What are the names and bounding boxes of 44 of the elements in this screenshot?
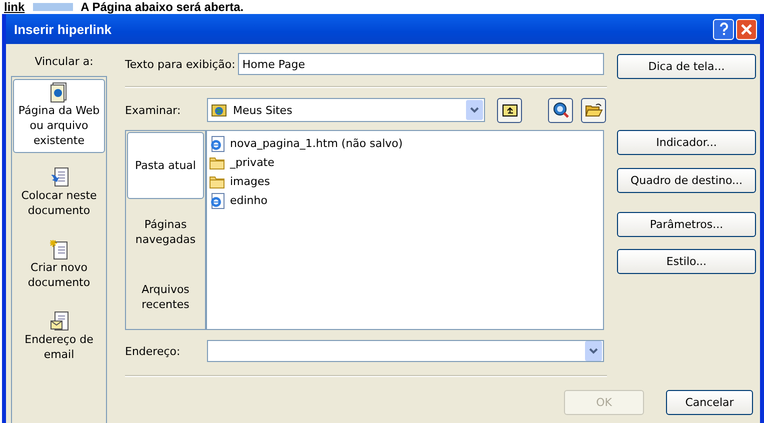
places-item[interactable]: Pasta atual <box>127 132 204 199</box>
web-page-icon <box>49 82 69 103</box>
help-button[interactable] <box>713 18 734 40</box>
look-in-label: Examinar: <box>125 104 182 116</box>
document-arrow-icon <box>49 167 69 188</box>
file-list[interactable]: nova_pagina_1.htm (não salvo) _private images edinho <box>206 130 604 330</box>
link-to-label: Vincular a: <box>34 54 94 70</box>
cancel-button[interactable]: Cancelar <box>666 390 753 415</box>
envelope-document-icon <box>49 311 69 332</box>
style-button[interactable]: Estilo... <box>617 249 756 274</box>
display-text-label: Texto para exibição: <box>125 58 236 70</box>
globe-folder-icon <box>211 102 227 118</box>
file-name[interactable]: images <box>230 175 270 188</box>
link-type-item[interactable]: Página da Web ou arquivo existente <box>13 79 105 153</box>
chevron-down-icon <box>470 107 479 113</box>
bookmark-button[interactable]: Indicador... <box>617 130 756 155</box>
file-name[interactable]: nova_pagina_1.htm (não salvo) <box>230 137 403 150</box>
highlight-bar <box>32 3 73 11</box>
file-name[interactable]: edinho <box>230 194 268 207</box>
folder-icon <box>209 174 225 190</box>
window-title: Inserir hiperlink <box>14 22 113 36</box>
address-field[interactable] <box>207 340 604 362</box>
link-text[interactable]: link <box>4 0 25 14</box>
look-in-dropdown[interactable]: Meus Sites <box>207 98 485 122</box>
places-item[interactable]: Páginas navegadas <box>126 200 205 264</box>
places-item[interactable]: Arquivos recentes <box>126 264 205 330</box>
page-caption: A Página abaixo será aberta. <box>80 0 244 14</box>
link-type-item[interactable]: Colocar neste documento <box>12 165 106 225</box>
web-search-icon[interactable] <box>548 98 573 122</box>
link-type-item[interactable]: Endereço de email <box>12 309 106 369</box>
display-text-field[interactable]: Home Page <box>238 53 604 75</box>
parameters-button[interactable]: Parâmetros... <box>617 212 756 237</box>
target-frame-button[interactable]: Quadro de destino... <box>617 168 756 193</box>
close-icon <box>740 22 753 36</box>
address-label: Endereço: <box>125 344 182 358</box>
file-name[interactable]: _private <box>230 156 274 169</box>
screen-tip-button[interactable]: Dica de tela... <box>617 54 756 79</box>
folder-up-icon[interactable] <box>497 98 522 122</box>
close-button[interactable] <box>736 18 757 40</box>
open-folder-icon[interactable] <box>581 98 606 122</box>
folder-icon <box>209 154 225 170</box>
new-document-icon <box>49 239 69 260</box>
link-type-item[interactable]: Criar novo documento <box>12 237 106 297</box>
chevron-down-icon <box>589 348 598 354</box>
